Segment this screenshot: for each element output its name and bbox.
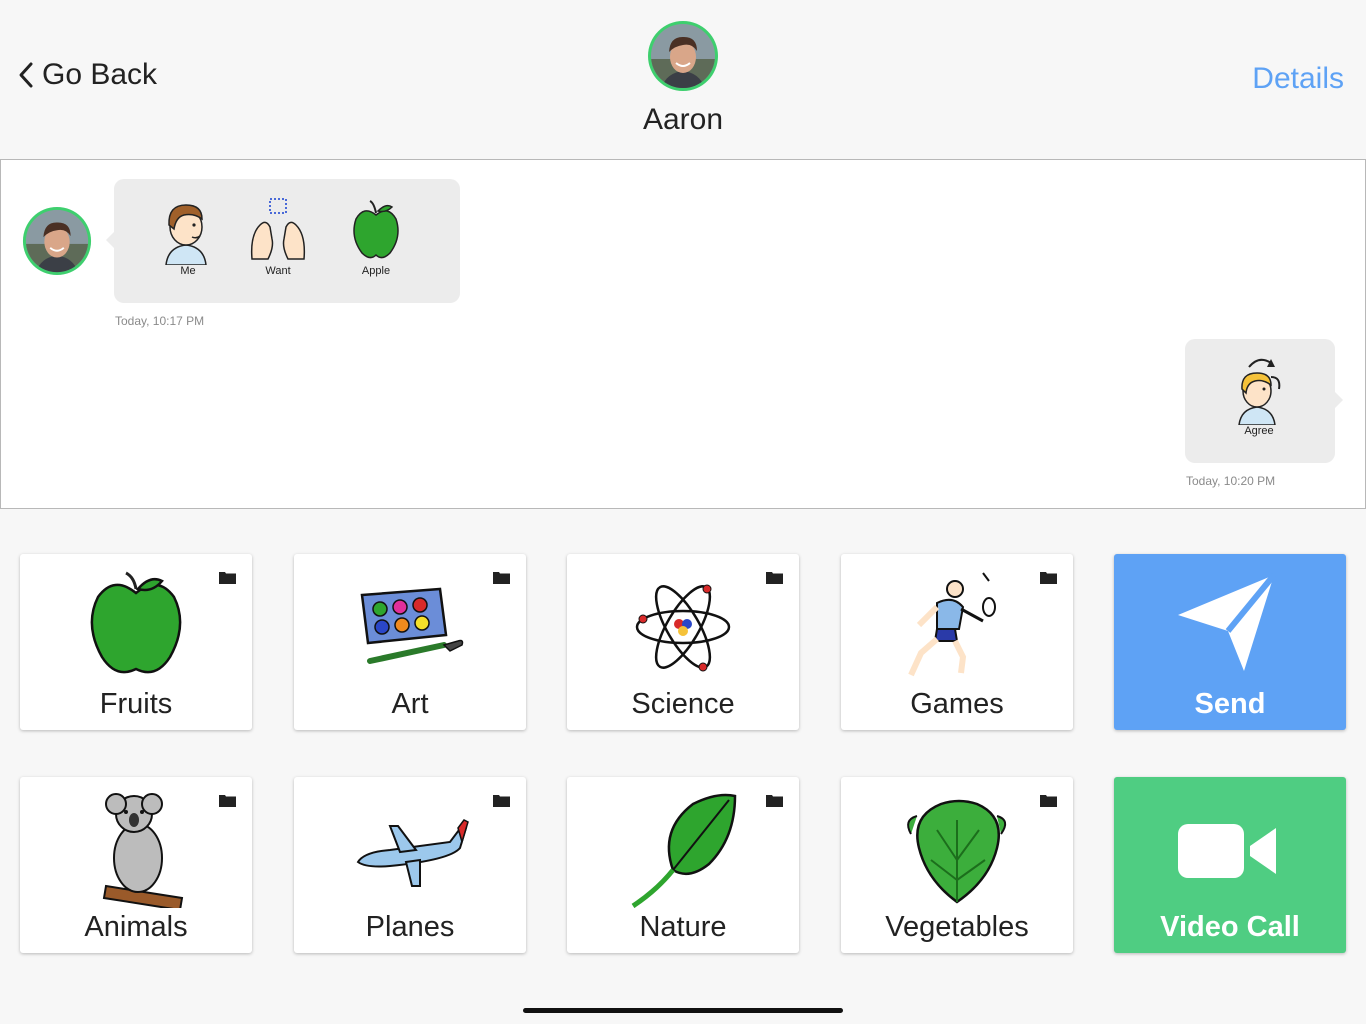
message-symbol-agree: Agree <box>1219 355 1299 437</box>
tile-art[interactable]: Art <box>294 554 526 730</box>
chevron-left-icon <box>19 62 33 88</box>
go-back-button[interactable]: Go Back <box>16 58 157 92</box>
send-button[interactable]: Send <box>1114 554 1346 730</box>
tile-label: Animals <box>84 911 188 943</box>
tile-fruits[interactable]: Fruits <box>20 554 252 730</box>
paint-palette-icon <box>360 587 464 664</box>
outgoing-message-bubble[interactable]: Agree <box>1185 339 1343 463</box>
message-thread[interactable]: Me Want Apple Today, 10:17 PM Agree Toda… <box>0 159 1366 509</box>
koala-icon <box>102 793 184 908</box>
tile-games[interactable]: Games <box>841 554 1073 730</box>
airplane-icon <box>356 819 469 887</box>
symbol-label: Me <box>180 265 196 277</box>
tile-planes[interactable]: Planes <box>294 777 526 953</box>
conversation-header: Go Back Aaron Details <box>0 0 1366 159</box>
tile-label: Planes <box>365 911 455 943</box>
tile-vegetables[interactable]: Vegetables <box>841 777 1073 953</box>
apple-icon <box>353 200 399 259</box>
person-me-icon <box>165 204 207 265</box>
message-timestamp: Today, 10:20 PM <box>1186 474 1276 488</box>
tile-label: Nature <box>639 911 727 943</box>
tile-label: Games <box>910 688 1004 720</box>
tile-science[interactable]: Science <box>567 554 799 730</box>
paper-plane-icon <box>1178 573 1277 671</box>
lettuce-icon <box>907 799 1007 904</box>
symbol-label: Apple <box>361 265 391 277</box>
tile-label: Vegetables <box>885 911 1029 943</box>
message-symbol-me: Me <box>148 195 228 277</box>
video-camera-icon <box>1178 824 1276 878</box>
apple-icon <box>90 571 182 674</box>
symbol-label: Agree <box>1244 425 1274 437</box>
want-hands-icon <box>250 198 306 260</box>
details-button[interactable]: Details <box>1252 62 1344 96</box>
tile-nature[interactable]: Nature <box>567 777 799 953</box>
go-back-label: Go Back <box>42 58 158 91</box>
symbol-label: Want <box>265 265 291 277</box>
message-symbol-apple: Apple <box>336 195 416 277</box>
message-symbol-want: Want <box>238 195 318 277</box>
sender-avatar <box>22 206 92 276</box>
contact-avatar[interactable] <box>646 19 720 93</box>
message-timestamp: Today, 10:17 PM <box>115 314 205 328</box>
tile-label: Science <box>631 688 735 720</box>
video-call-button[interactable]: Video Call <box>1114 777 1346 953</box>
tile-animals[interactable]: Animals <box>20 777 252 953</box>
atom-icon <box>635 584 731 672</box>
agree-person-icon <box>1238 358 1281 425</box>
tile-label: Send <box>1194 688 1266 720</box>
contact-name: Aaron <box>642 103 724 136</box>
badminton-player-icon <box>908 572 996 677</box>
tile-label: Video Call <box>1160 911 1300 943</box>
tile-label: Fruits <box>99 688 173 720</box>
incoming-message-bubble[interactable]: Me Want Apple <box>106 179 460 303</box>
leaf-icon <box>631 793 737 908</box>
tile-label: Art <box>391 688 429 720</box>
home-indicator[interactable] <box>523 1008 843 1013</box>
